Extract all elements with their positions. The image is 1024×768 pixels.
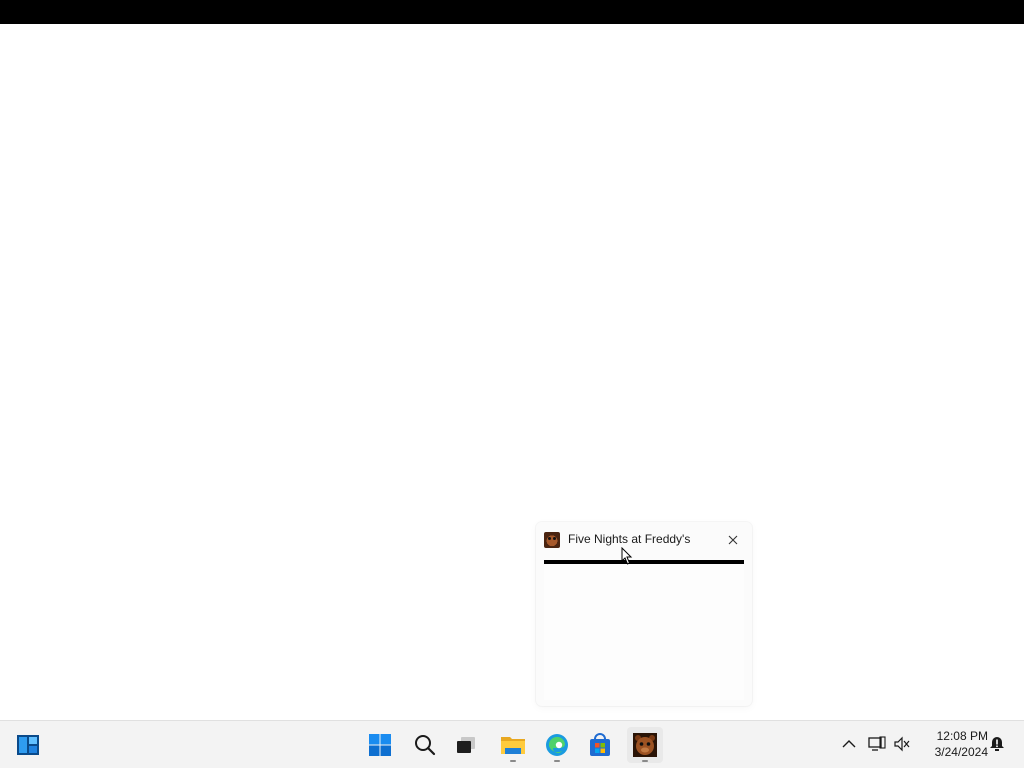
taskbar: 12:08 PM 3/24/2024	[0, 720, 1024, 768]
freddy-app-icon	[633, 733, 657, 757]
notification-button[interactable]	[986, 733, 1008, 755]
preview-thumbnail[interactable]	[544, 564, 744, 700]
volume-button[interactable]	[891, 733, 913, 755]
task-view-button[interactable]	[448, 727, 484, 763]
network-icon	[868, 736, 886, 751]
chevron-up-icon	[842, 740, 856, 748]
freddy-app-icon	[544, 532, 560, 548]
file-explorer-button[interactable]	[495, 727, 531, 763]
taskbar-thumbnail-preview[interactable]: Five Nights at Freddy's	[536, 522, 752, 706]
running-indicator	[510, 760, 516, 762]
mouse-cursor-icon	[621, 547, 633, 565]
volume-muted-icon	[894, 736, 910, 752]
close-button[interactable]	[722, 530, 744, 550]
desktop[interactable]	[0, 24, 1024, 720]
start-button[interactable]	[362, 727, 398, 763]
windows-logo-icon	[369, 734, 391, 756]
fnaf-button[interactable]	[627, 727, 663, 763]
running-indicator	[554, 760, 560, 762]
search-icon	[415, 735, 436, 756]
close-icon	[728, 535, 738, 545]
search-button[interactable]	[407, 727, 443, 763]
edge-button[interactable]	[539, 727, 575, 763]
task-view-icon	[457, 737, 475, 753]
folder-icon	[501, 737, 525, 754]
top-black-bar	[0, 0, 1024, 24]
edge-icon	[546, 734, 568, 756]
clock-time: 12:08 PM	[936, 729, 988, 743]
store-icon	[590, 733, 610, 756]
widgets-icon	[17, 735, 39, 755]
show-hidden-icons-button[interactable]	[838, 733, 860, 755]
clock-date: 3/24/2024	[934, 745, 988, 759]
preview-header: Five Nights at Freddy's	[536, 522, 752, 556]
widgets-button[interactable]	[10, 727, 46, 763]
clock[interactable]: 12:08 PM 3/24/2024	[918, 728, 988, 760]
notification-icon	[990, 737, 1004, 751]
preview-title: Five Nights at Freddy's	[568, 532, 691, 546]
running-indicator	[642, 760, 648, 762]
store-button[interactable]	[582, 727, 618, 763]
network-button[interactable]	[866, 733, 888, 755]
